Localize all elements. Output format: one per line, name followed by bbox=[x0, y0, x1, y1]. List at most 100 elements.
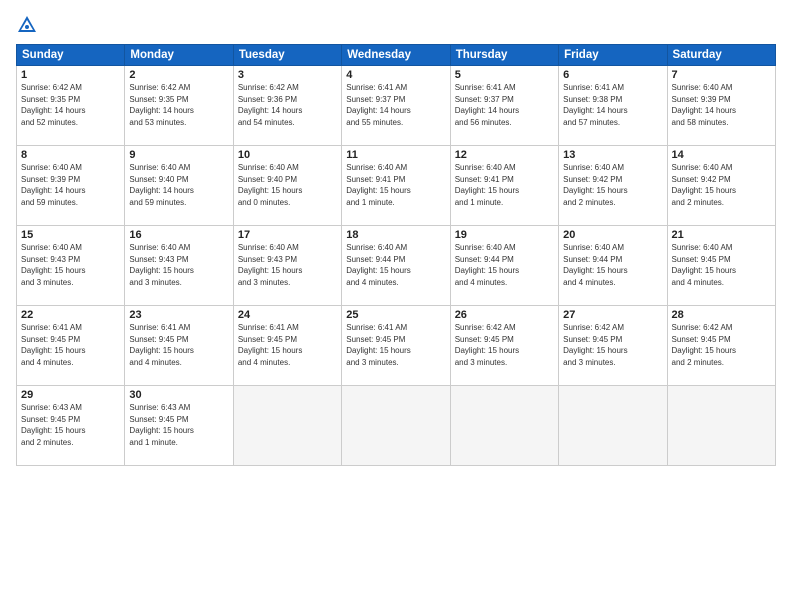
day-number: 27 bbox=[563, 309, 662, 321]
column-header-wednesday: Wednesday bbox=[342, 45, 450, 66]
week-row-4: 22Sunrise: 6:41 AM Sunset: 9:45 PM Dayli… bbox=[17, 306, 776, 386]
calendar-cell: 27Sunrise: 6:42 AM Sunset: 9:45 PM Dayli… bbox=[559, 306, 667, 386]
calendar-cell: 17Sunrise: 6:40 AM Sunset: 9:43 PM Dayli… bbox=[233, 226, 341, 306]
day-number: 10 bbox=[238, 149, 337, 161]
cell-text: Sunrise: 6:42 AM Sunset: 9:45 PM Dayligh… bbox=[455, 322, 554, 368]
calendar-cell: 23Sunrise: 6:41 AM Sunset: 9:45 PM Dayli… bbox=[125, 306, 233, 386]
cell-text: Sunrise: 6:40 AM Sunset: 9:39 PM Dayligh… bbox=[21, 162, 120, 208]
page: SundayMondayTuesdayWednesdayThursdayFrid… bbox=[0, 0, 792, 612]
column-header-saturday: Saturday bbox=[667, 45, 775, 66]
calendar-cell bbox=[559, 386, 667, 466]
week-row-2: 8Sunrise: 6:40 AM Sunset: 9:39 PM Daylig… bbox=[17, 146, 776, 226]
calendar-cell: 18Sunrise: 6:40 AM Sunset: 9:44 PM Dayli… bbox=[342, 226, 450, 306]
day-number: 8 bbox=[21, 149, 120, 161]
calendar-cell: 4Sunrise: 6:41 AM Sunset: 9:37 PM Daylig… bbox=[342, 66, 450, 146]
calendar-table: SundayMondayTuesdayWednesdayThursdayFrid… bbox=[16, 44, 776, 466]
calendar-cell: 3Sunrise: 6:42 AM Sunset: 9:36 PM Daylig… bbox=[233, 66, 341, 146]
calendar-cell: 8Sunrise: 6:40 AM Sunset: 9:39 PM Daylig… bbox=[17, 146, 125, 226]
week-row-5: 29Sunrise: 6:43 AM Sunset: 9:45 PM Dayli… bbox=[17, 386, 776, 466]
day-number: 3 bbox=[238, 69, 337, 81]
day-number: 6 bbox=[563, 69, 662, 81]
day-number: 30 bbox=[129, 389, 228, 401]
calendar-cell: 11Sunrise: 6:40 AM Sunset: 9:41 PM Dayli… bbox=[342, 146, 450, 226]
calendar-cell bbox=[233, 386, 341, 466]
column-header-sunday: Sunday bbox=[17, 45, 125, 66]
calendar-cell: 6Sunrise: 6:41 AM Sunset: 9:38 PM Daylig… bbox=[559, 66, 667, 146]
day-number: 14 bbox=[672, 149, 771, 161]
day-number: 23 bbox=[129, 309, 228, 321]
cell-text: Sunrise: 6:40 AM Sunset: 9:43 PM Dayligh… bbox=[129, 242, 228, 288]
day-number: 25 bbox=[346, 309, 445, 321]
calendar-cell: 2Sunrise: 6:42 AM Sunset: 9:35 PM Daylig… bbox=[125, 66, 233, 146]
calendar-cell: 10Sunrise: 6:40 AM Sunset: 9:40 PM Dayli… bbox=[233, 146, 341, 226]
cell-text: Sunrise: 6:40 AM Sunset: 9:42 PM Dayligh… bbox=[563, 162, 662, 208]
cell-text: Sunrise: 6:40 AM Sunset: 9:40 PM Dayligh… bbox=[238, 162, 337, 208]
day-number: 1 bbox=[21, 69, 120, 81]
calendar-cell bbox=[342, 386, 450, 466]
week-row-1: 1 Sunrise: 6:42 AM Sunset: 9:35 PM Daylig… bbox=[17, 66, 776, 146]
calendar-cell: 21Sunrise: 6:40 AM Sunset: 9:45 PM Dayli… bbox=[667, 226, 775, 306]
cell-text: Sunrise: 6:40 AM Sunset: 9:39 PM Dayligh… bbox=[672, 82, 771, 128]
day-number: 28 bbox=[672, 309, 771, 321]
cell-text: Sunrise: 6:40 AM Sunset: 9:40 PM Dayligh… bbox=[129, 162, 228, 208]
day-number: 29 bbox=[21, 389, 120, 401]
calendar-cell: 30Sunrise: 6:43 AM Sunset: 9:45 PM Dayli… bbox=[125, 386, 233, 466]
calendar-cell: 5Sunrise: 6:41 AM Sunset: 9:37 PM Daylig… bbox=[450, 66, 558, 146]
calendar-cell: 28Sunrise: 6:42 AM Sunset: 9:45 PM Dayli… bbox=[667, 306, 775, 386]
calendar-cell: 9Sunrise: 6:40 AM Sunset: 9:40 PM Daylig… bbox=[125, 146, 233, 226]
cell-text: Sunrise: 6:40 AM Sunset: 9:43 PM Dayligh… bbox=[21, 242, 120, 288]
cell-text: Sunrise: 6:42 AM Sunset: 9:45 PM Dayligh… bbox=[563, 322, 662, 368]
day-number: 16 bbox=[129, 229, 228, 241]
day-number: 7 bbox=[672, 69, 771, 81]
cell-text: Sunrise: 6:40 AM Sunset: 9:41 PM Dayligh… bbox=[455, 162, 554, 208]
cell-text: Sunrise: 6:40 AM Sunset: 9:42 PM Dayligh… bbox=[672, 162, 771, 208]
day-number: 21 bbox=[672, 229, 771, 241]
day-number: 22 bbox=[21, 309, 120, 321]
calendar-cell: 15Sunrise: 6:40 AM Sunset: 9:43 PM Dayli… bbox=[17, 226, 125, 306]
day-number: 4 bbox=[346, 69, 445, 81]
cell-text: Sunrise: 6:43 AM Sunset: 9:45 PM Dayligh… bbox=[129, 402, 228, 448]
day-number: 19 bbox=[455, 229, 554, 241]
day-number: 2 bbox=[129, 69, 228, 81]
calendar-cell: 12Sunrise: 6:40 AM Sunset: 9:41 PM Dayli… bbox=[450, 146, 558, 226]
calendar-cell: 25Sunrise: 6:41 AM Sunset: 9:45 PM Dayli… bbox=[342, 306, 450, 386]
cell-text: Sunrise: 6:41 AM Sunset: 9:38 PM Dayligh… bbox=[563, 82, 662, 128]
cell-text: Sunrise: 6:41 AM Sunset: 9:45 PM Dayligh… bbox=[129, 322, 228, 368]
calendar-cell: 13Sunrise: 6:40 AM Sunset: 9:42 PM Dayli… bbox=[559, 146, 667, 226]
cell-text: Sunrise: 6:42 AM Sunset: 9:45 PM Dayligh… bbox=[672, 322, 771, 368]
cell-text: Sunrise: 6:40 AM Sunset: 9:44 PM Dayligh… bbox=[346, 242, 445, 288]
day-number: 20 bbox=[563, 229, 662, 241]
cell-text: Sunrise: 6:41 AM Sunset: 9:37 PM Dayligh… bbox=[346, 82, 445, 128]
logo bbox=[16, 14, 42, 36]
cell-text: Sunrise: 6:41 AM Sunset: 9:37 PM Dayligh… bbox=[455, 82, 554, 128]
week-row-3: 15Sunrise: 6:40 AM Sunset: 9:43 PM Dayli… bbox=[17, 226, 776, 306]
header bbox=[16, 14, 776, 36]
calendar-cell: 16Sunrise: 6:40 AM Sunset: 9:43 PM Dayli… bbox=[125, 226, 233, 306]
calendar-cell: 26Sunrise: 6:42 AM Sunset: 9:45 PM Dayli… bbox=[450, 306, 558, 386]
column-header-monday: Monday bbox=[125, 45, 233, 66]
calendar-cell bbox=[450, 386, 558, 466]
cell-text: Sunrise: 6:41 AM Sunset: 9:45 PM Dayligh… bbox=[21, 322, 120, 368]
column-header-tuesday: Tuesday bbox=[233, 45, 341, 66]
calendar-cell: 24Sunrise: 6:41 AM Sunset: 9:45 PM Dayli… bbox=[233, 306, 341, 386]
logo-icon bbox=[16, 14, 38, 36]
day-number: 15 bbox=[21, 229, 120, 241]
calendar-cell: 1Sunrise: 6:42 AM Sunset: 9:35 PM Daylig… bbox=[17, 66, 125, 146]
cell-text: Sunrise: 6:40 AM Sunset: 9:44 PM Dayligh… bbox=[455, 242, 554, 288]
cell-text: Sunrise: 6:40 AM Sunset: 9:43 PM Dayligh… bbox=[238, 242, 337, 288]
cell-text: Sunrise: 6:43 AM Sunset: 9:45 PM Dayligh… bbox=[21, 402, 120, 448]
day-number: 12 bbox=[455, 149, 554, 161]
cell-text: Sunrise: 6:42 AM Sunset: 9:35 PM Dayligh… bbox=[129, 82, 228, 128]
calendar-cell: 22Sunrise: 6:41 AM Sunset: 9:45 PM Dayli… bbox=[17, 306, 125, 386]
cell-text: Sunrise: 6:40 AM Sunset: 9:44 PM Dayligh… bbox=[563, 242, 662, 288]
cell-text: Sunrise: 6:42 AM Sunset: 9:36 PM Dayligh… bbox=[238, 82, 337, 128]
cell-text: Sunrise: 6:41 AM Sunset: 9:45 PM Dayligh… bbox=[346, 322, 445, 368]
calendar-cell: 19Sunrise: 6:40 AM Sunset: 9:44 PM Dayli… bbox=[450, 226, 558, 306]
column-header-thursday: Thursday bbox=[450, 45, 558, 66]
calendar-cell: 20Sunrise: 6:40 AM Sunset: 9:44 PM Dayli… bbox=[559, 226, 667, 306]
cell-text: Sunrise: 6:40 AM Sunset: 9:41 PM Dayligh… bbox=[346, 162, 445, 208]
day-number: 11 bbox=[346, 149, 445, 161]
day-number: 5 bbox=[455, 69, 554, 81]
day-number: 24 bbox=[238, 309, 337, 321]
day-number: 13 bbox=[563, 149, 662, 161]
